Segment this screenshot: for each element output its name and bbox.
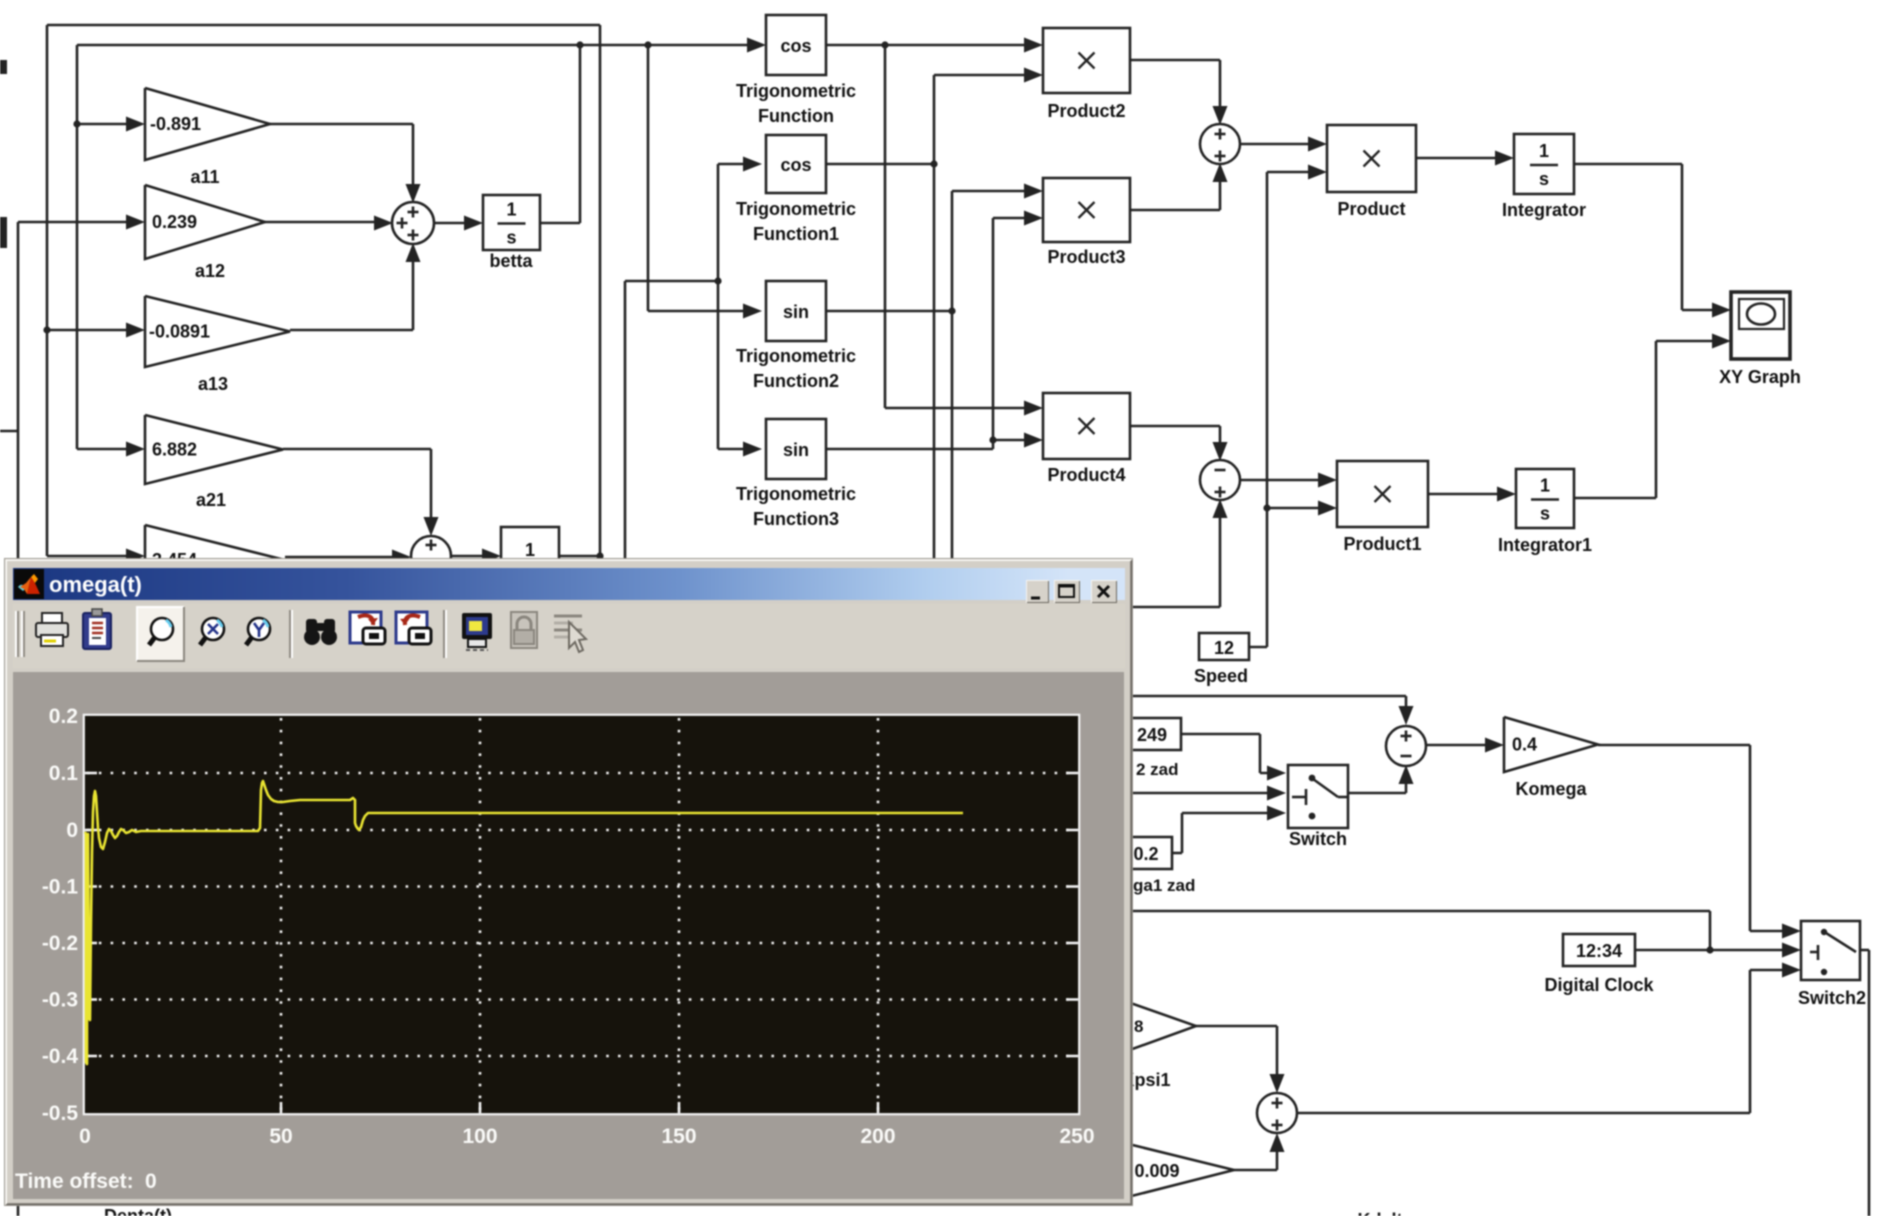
svg-text:249: 249 xyxy=(1137,725,1167,745)
svg-text:0: 0 xyxy=(79,1125,91,1148)
svg-text:-0.891: -0.891 xyxy=(150,114,201,134)
svg-text:Function: Function xyxy=(758,106,834,126)
svg-text:0.239: 0.239 xyxy=(152,212,197,232)
svg-text:s: s xyxy=(506,228,516,248)
svg-text:-0.1: -0.1 xyxy=(42,876,79,899)
svg-text:0.009: 0.009 xyxy=(1134,1161,1179,1181)
svg-text:-0.3: -0.3 xyxy=(42,989,78,1012)
svg-text:Trigonometric: Trigonometric xyxy=(736,199,856,219)
svg-text:0.4: 0.4 xyxy=(1512,735,1537,755)
svg-text:s: s xyxy=(1539,169,1549,189)
svg-text:ga1 zad: ga1 zad xyxy=(1133,876,1195,895)
svg-text:1: 1 xyxy=(1539,141,1549,161)
svg-text:cos: cos xyxy=(780,155,811,175)
svg-text:Product3: Product3 xyxy=(1047,247,1125,267)
svg-text:betta: betta xyxy=(489,251,533,271)
svg-text:a13: a13 xyxy=(198,374,228,394)
svg-text:50: 50 xyxy=(269,1125,292,1148)
svg-text:-0.4: -0.4 xyxy=(42,1045,79,1068)
svg-text:12: 12 xyxy=(1214,638,1234,658)
svg-text:1: 1 xyxy=(525,540,535,560)
svg-text:s: s xyxy=(1540,504,1550,524)
svg-text:Product: Product xyxy=(1337,199,1405,219)
svg-text:sin: sin xyxy=(783,302,809,322)
svg-text:-0.0891: -0.0891 xyxy=(149,322,210,342)
svg-text:12:34: 12:34 xyxy=(1576,941,1622,961)
svg-text:Function2: Function2 xyxy=(753,371,839,391)
svg-text:sin: sin xyxy=(783,440,809,460)
svg-text:a11: a11 xyxy=(190,167,219,187)
svg-text:cos: cos xyxy=(780,36,811,56)
svg-text:150: 150 xyxy=(661,1125,696,1148)
svg-text:Speed: Speed xyxy=(1194,666,1248,686)
svg-text:Function3: Function3 xyxy=(753,509,839,529)
svg-text:0: 0 xyxy=(66,819,78,842)
svg-text:a12: a12 xyxy=(195,261,225,281)
svg-text:0.2: 0.2 xyxy=(1133,844,1158,864)
svg-text:Komega: Komega xyxy=(1515,779,1587,799)
svg-text:Kdelta: Kdelta xyxy=(1357,1210,1413,1216)
svg-text:-0.5: -0.5 xyxy=(42,1102,79,1125)
svg-text:Product4: Product4 xyxy=(1047,465,1125,485)
svg-text:XY Graph: XY Graph xyxy=(1719,367,1801,387)
svg-text:6.882: 6.882 xyxy=(152,440,197,460)
svg-text:Trigonometric: Trigonometric xyxy=(736,484,856,504)
svg-text:Integrator: Integrator xyxy=(1502,200,1586,220)
svg-text:100: 100 xyxy=(462,1125,497,1148)
svg-text:Integrator1: Integrator1 xyxy=(1498,535,1592,555)
svg-text:Product1: Product1 xyxy=(1343,534,1421,554)
svg-text:Switch2: Switch2 xyxy=(1798,988,1866,1008)
svg-text:0.1: 0.1 xyxy=(49,762,79,785)
svg-text:0: 0 xyxy=(145,1170,157,1193)
svg-text:Digital Clock: Digital Clock xyxy=(1544,975,1654,995)
svg-text:8: 8 xyxy=(1134,1017,1143,1036)
svg-text:a21: a21 xyxy=(196,490,226,510)
svg-text:200: 200 xyxy=(860,1125,895,1148)
svg-text:Switch: Switch xyxy=(1289,829,1347,849)
svg-text:Function1: Function1 xyxy=(753,224,839,244)
svg-text:250: 250 xyxy=(1059,1125,1094,1148)
svg-text:-0.2: -0.2 xyxy=(42,932,78,955)
svg-text:1: 1 xyxy=(506,200,516,220)
svg-text:0.2: 0.2 xyxy=(49,705,78,728)
svg-text:2 zad: 2 zad xyxy=(1136,760,1179,779)
svg-text:Product2: Product2 xyxy=(1047,101,1125,121)
svg-text:Trigonometric: Trigonometric xyxy=(736,81,856,101)
svg-text:1: 1 xyxy=(1540,476,1550,496)
svg-text:Time offset:: Time offset: xyxy=(15,1170,134,1193)
svg-text:Trigonometric: Trigonometric xyxy=(736,346,856,366)
svg-text:Denta(t): Denta(t) xyxy=(104,1206,172,1216)
